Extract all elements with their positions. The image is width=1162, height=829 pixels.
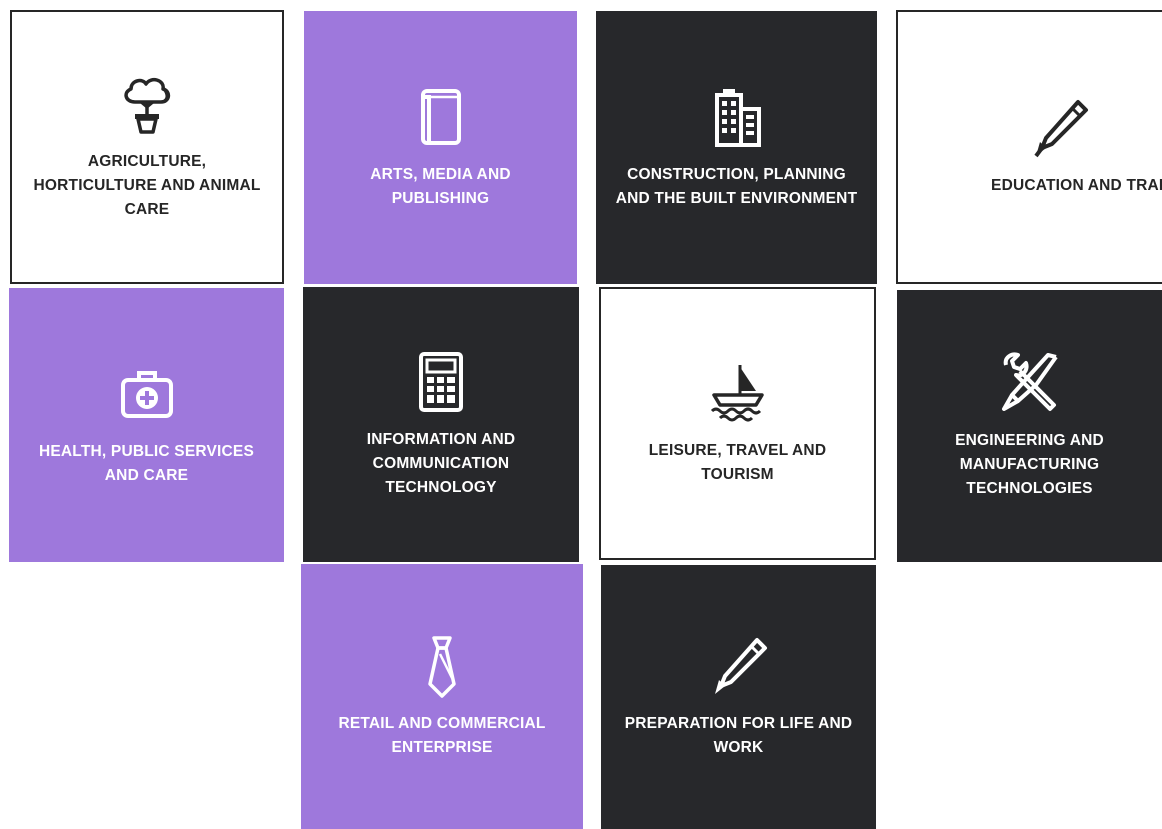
wrench-screwdriver-icon bbox=[994, 351, 1066, 415]
pen-icon bbox=[703, 634, 775, 698]
tile-label: CONSTRUCTION, PLANNING AND THE BUILT ENV… bbox=[615, 165, 858, 207]
tile-label: ENGINEERING AND MANUFACTURING TECHNOLOGI… bbox=[955, 432, 1104, 497]
tile-health-public-services[interactable]: HEALTH, PUBLIC SERVICES AND CARE bbox=[9, 288, 284, 562]
tile-label: RETAIL AND COMMERCIAL ENTERPRISE bbox=[338, 714, 546, 756]
tile-label: AGRICULTURE, HORTICULTURE AND ANIMAL CAR… bbox=[33, 153, 261, 218]
tile-preparation-life-work[interactable]: PREPARATION FOR LIFE AND WORK bbox=[601, 565, 876, 829]
pen-icon bbox=[1024, 96, 1096, 160]
tile-label: ARTS, MEDIA AND PUBLISHING bbox=[370, 165, 511, 207]
tile-information-communication-technology[interactable]: INFORMATION AND COMMUNICATION TECHNOLOGY bbox=[303, 287, 579, 562]
book-icon bbox=[405, 85, 477, 149]
tile-agriculture[interactable]: AGRICULTURE, HORTICULTURE AND ANIMAL CAR… bbox=[10, 10, 284, 284]
tile-label: HEALTH, PUBLIC SERVICES AND CARE bbox=[38, 443, 255, 484]
tile-label: EDUCATION AND TRAINING bbox=[991, 177, 1162, 194]
buildings-icon bbox=[701, 85, 773, 149]
medical-kit-icon bbox=[111, 362, 183, 426]
calculator-icon bbox=[405, 350, 477, 414]
tile-retail-commercial[interactable]: RETAIL AND COMMERCIAL ENTERPRISE bbox=[301, 564, 583, 829]
tile-leisure-travel-tourism[interactable]: LEISURE, TRAVEL AND TOURISM bbox=[599, 287, 876, 560]
tile-construction[interactable]: CONSTRUCTION, PLANNING AND THE BUILT ENV… bbox=[596, 11, 877, 284]
sailboat-icon bbox=[702, 361, 774, 425]
necktie-icon bbox=[406, 634, 478, 698]
tile-arts-media-publishing[interactable]: ARTS, MEDIA AND PUBLISHING bbox=[304, 11, 577, 284]
tile-engineering-manufacturing[interactable]: ENGINEERING AND MANUFACTURING TECHNOLOGI… bbox=[897, 290, 1162, 562]
tile-label: LEISURE, TRAVEL AND TOURISM bbox=[648, 441, 827, 483]
tile-label: INFORMATION AND COMMUNICATION TECHNOLOGY bbox=[366, 430, 516, 496]
tree-pot-icon bbox=[111, 72, 183, 136]
tile-label: PREPARATION FOR LIFE AND WORK bbox=[624, 715, 853, 756]
tile-education-training[interactable]: EDUCATION AND TRAINING bbox=[896, 10, 1162, 284]
